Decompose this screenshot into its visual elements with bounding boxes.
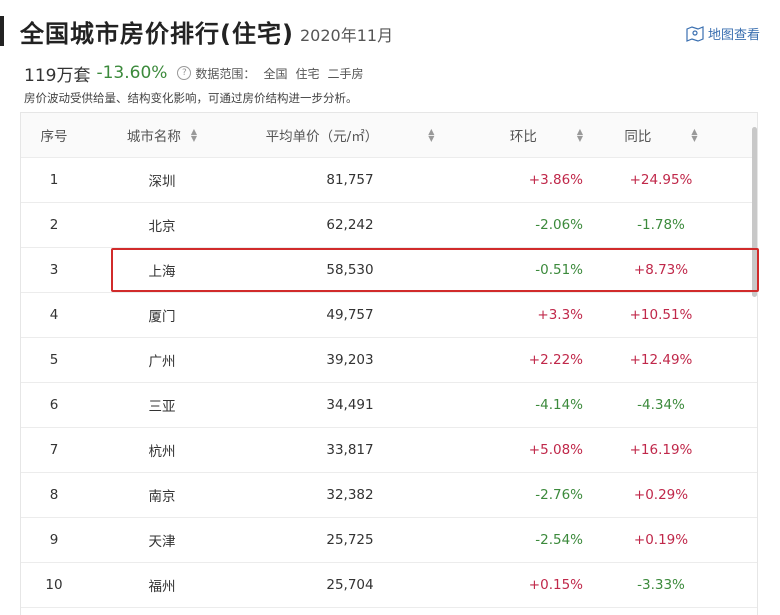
yoy-cell: +24.95%: [629, 171, 693, 188]
mom-cell: +3.3%: [537, 306, 583, 323]
yoy-cell: +12.49%: [629, 351, 693, 368]
map-view-label: 地图查看: [707, 28, 760, 43]
scope-region: 全国: [263, 66, 288, 81]
sort-icon[interactable]: ▲ ▼: [428, 128, 434, 143]
table-row[interactable]: 2 北京 62,242 -2.06% -1.78%: [21, 202, 757, 248]
table-row[interactable]: 7 杭州 33,817 +5.08% +16.19%: [21, 427, 757, 473]
title-bar: 全国城市房价排行(住宅) 2020年11月 地图查看: [0, 6, 780, 54]
sort-icon[interactable]: ▲ ▼: [577, 128, 583, 143]
table-row[interactable]: 8 南京 32,382 -2.76% +0.29%: [21, 472, 757, 518]
mom-cell: -4.14%: [535, 396, 583, 413]
rank-cell: 2: [49, 216, 59, 233]
page-title: 全国城市房价排行(住宅): [20, 20, 294, 48]
yoy-cell: -3.33%: [637, 576, 685, 593]
rank-cell: 3: [49, 261, 59, 278]
rank-cell: 1: [49, 171, 59, 188]
yoy-cell: +0.29%: [633, 486, 689, 503]
scope-market: 二手房: [327, 66, 364, 81]
map-icon: [686, 25, 704, 42]
rank-cell: 7: [49, 441, 59, 458]
mom-cell: -2.76%: [535, 486, 583, 503]
city-cell[interactable]: 天津: [87, 517, 237, 562]
table-row[interactable]: 3 上海 58,530 -0.51% +8.73%: [21, 247, 757, 293]
rank-cell: 5: [49, 351, 59, 368]
price-cell: 32,382: [326, 486, 374, 503]
title-accent-bar: [0, 16, 4, 46]
city-cell[interactable]: 三亚: [87, 382, 237, 427]
column-header-mom[interactable]: 环比 ▲ ▼: [463, 113, 583, 157]
column-header-yoy[interactable]: 同比 ▲ ▼: [601, 113, 721, 157]
table-header: 序号 城市名称 ▲ ▼ 平均单价（元/㎡） ▲ ▼ 环比 ▲ ▼ 同比 ▲ ▼: [21, 113, 757, 158]
price-cell: 81,757: [326, 171, 374, 188]
yoy-cell: +16.19%: [629, 441, 693, 458]
scope-label: 数据范围：: [195, 66, 256, 81]
total-listings: 119万套: [24, 65, 91, 86]
column-header-price[interactable]: 平均单价（元/㎡） ▲ ▼: [237, 113, 463, 157]
table-row[interactable]: 10 福州 25,704 +0.15% -3.33%: [21, 562, 757, 608]
rank-cell: 6: [49, 396, 59, 413]
price-cell: 39,203: [326, 351, 374, 368]
mom-cell: +5.08%: [528, 441, 583, 458]
report-date: 2020年11月: [300, 26, 394, 45]
mom-cell: -0.51%: [535, 261, 583, 278]
rank-cell: 10: [45, 576, 63, 593]
mom-cell: -2.06%: [535, 216, 583, 233]
help-icon[interactable]: ?: [177, 66, 192, 80]
price-cell: 25,725: [326, 531, 374, 548]
summary-note: 房价波动受供给量、结构变化影响，可通过房价结构进一步分析。: [24, 91, 358, 105]
sort-icon[interactable]: ▲ ▼: [191, 128, 197, 143]
mom-cell: +0.15%: [528, 576, 583, 593]
city-cell[interactable]: 北京: [87, 202, 237, 247]
city-cell[interactable]: 深圳: [87, 157, 237, 202]
price-cell: 49,757: [326, 306, 374, 323]
price-cell: 33,817: [326, 441, 374, 458]
yoy-cell: +0.19%: [633, 531, 689, 548]
city-cell[interactable]: 南京: [87, 472, 237, 517]
mom-cell: +2.22%: [528, 351, 583, 368]
rank-cell: 8: [49, 486, 59, 503]
column-header-city[interactable]: 城市名称 ▲ ▼: [87, 113, 237, 157]
yoy-cell: +10.51%: [629, 306, 693, 323]
yoy-cell: +8.73%: [633, 261, 689, 278]
total-change: -13.60%: [96, 63, 168, 83]
price-cell: 58,530: [326, 261, 374, 278]
yoy-cell: -1.78%: [637, 216, 685, 233]
yoy-cell: -4.34%: [637, 396, 685, 413]
table-row[interactable]: 6 三亚 34,491 -4.14% -4.34%: [21, 382, 757, 428]
scope-type: 住宅: [295, 66, 320, 81]
city-cell[interactable]: 广州: [87, 337, 237, 382]
sort-icon[interactable]: ▲ ▼: [691, 128, 697, 143]
price-ranking-table: 序号 城市名称 ▲ ▼ 平均单价（元/㎡） ▲ ▼ 环比 ▲ ▼ 同比 ▲ ▼ 1 深圳 81,75…: [20, 112, 758, 615]
mom-cell: -2.54%: [535, 531, 583, 548]
price-cell: 25,704: [326, 576, 374, 593]
rank-cell: 9: [49, 531, 59, 548]
column-header-rank: 序号: [40, 129, 68, 145]
table-row[interactable]: 4 厦门 49,757 +3.3% +10.51%: [21, 292, 757, 338]
city-cell[interactable]: 福州: [87, 562, 237, 607]
city-cell[interactable]: 杭州: [87, 427, 237, 472]
price-cell: 34,491: [326, 396, 374, 413]
table-row[interactable]: 1 深圳 81,757 +3.86% +24.95%: [21, 157, 757, 203]
mom-cell: +3.86%: [528, 171, 583, 188]
table-row[interactable]: 5 广州 39,203 +2.22% +12.49%: [21, 337, 757, 383]
price-cell: 62,242: [326, 216, 374, 233]
map-view-link[interactable]: 地图查看: [686, 24, 760, 43]
scrollbar[interactable]: [752, 127, 757, 297]
city-cell[interactable]: 厦门: [87, 292, 237, 337]
summary-bar: 119万套 -13.60% ? 数据范围： 全国 住宅 二手房: [24, 62, 364, 86]
table-row[interactable]: 9 天津 25,725 -2.54% +0.19%: [21, 517, 757, 563]
city-cell[interactable]: 上海: [87, 247, 237, 292]
rank-cell: 4: [49, 306, 59, 323]
